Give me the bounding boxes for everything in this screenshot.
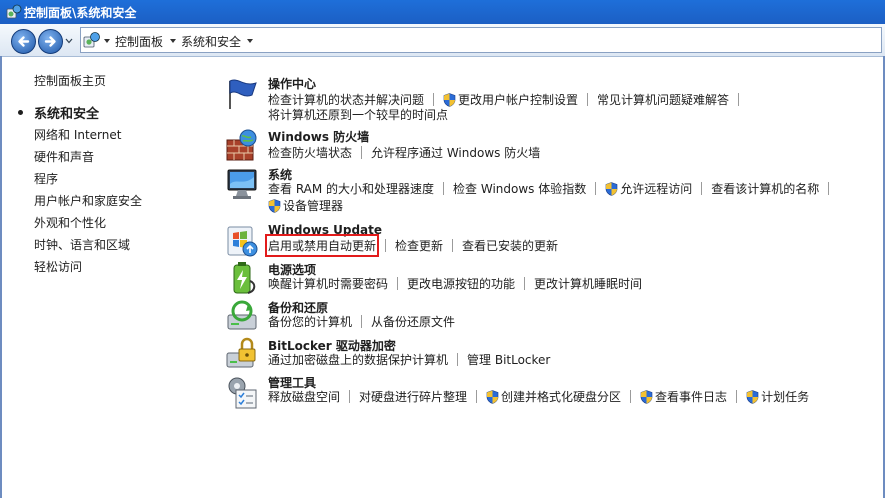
sidebar-item-hardware[interactable]: 硬件和声音: [34, 148, 94, 165]
sidebar-item-clock-language[interactable]: 时钟、语言和区域: [34, 236, 130, 253]
device-manager-link[interactable]: 设备管理器: [283, 197, 343, 214]
window-title: 控制面板\系统和安全: [24, 6, 137, 20]
current-item-bullet: [18, 110, 23, 115]
manage-bitlocker-link[interactable]: 管理 BitLocker: [467, 351, 550, 368]
link-divider: [349, 390, 351, 403]
admin-tools-icon[interactable]: [224, 374, 260, 410]
arrow-left-icon: [18, 36, 30, 47]
backup-icon[interactable]: [224, 299, 260, 335]
sidebar-item-system-security[interactable]: 系统和安全: [34, 103, 99, 122]
event-log-link[interactable]: 查看事件日志: [655, 388, 727, 405]
sidebar-item-appearance[interactable]: 外观和个性化: [34, 214, 106, 231]
sidebar-home-link[interactable]: 控制面板主页: [34, 72, 106, 89]
uac-shield-icon: [640, 389, 653, 404]
bitlocker-icon[interactable]: [224, 337, 260, 373]
sidebar-item-network[interactable]: 网络和 Internet: [34, 126, 121, 143]
address-bar[interactable]: 控制面板 系统和安全: [80, 27, 882, 53]
encrypt-disk-link[interactable]: 通过加密磁盘上的数据保护计算机: [268, 351, 448, 368]
link-divider: [397, 277, 399, 290]
control-panel-icon: [6, 4, 22, 19]
create-partition-link[interactable]: 创建并格式化硬盘分区: [501, 388, 621, 405]
breadcrumb-separator-icon[interactable]: [104, 39, 110, 43]
sidebar-item-ease-of-access[interactable]: 轻松访问: [34, 258, 82, 275]
breadcrumb-system-security[interactable]: 系统和安全: [181, 33, 241, 50]
control-panel-icon: [83, 32, 100, 48]
category-links: 唤醒计算机时需要密码 更改电源按钮的功能 更改计算机睡眠时间: [268, 275, 642, 292]
category-links: 设备管理器: [268, 197, 343, 214]
windows-update-icon[interactable]: [224, 223, 260, 259]
arrow-right-icon: [44, 36, 56, 47]
restore-files-link[interactable]: 从备份还原文件: [371, 313, 455, 330]
category-title[interactable]: Windows Update: [268, 223, 382, 237]
sidebar-item-programs[interactable]: 程序: [34, 170, 58, 187]
system-restore-link[interactable]: 将计算机还原到一个较早的时间点: [268, 106, 448, 123]
category-links: 将计算机还原到一个较早的时间点: [268, 106, 448, 123]
link-divider: [595, 182, 597, 195]
uac-settings-link[interactable]: 更改用户帐户控制设置: [458, 91, 578, 108]
title-bar: 控制面板\系统和安全: [0, 0, 885, 25]
defragment-link[interactable]: 对硬盘进行碎片整理: [359, 388, 467, 405]
uac-shield-icon: [605, 181, 618, 196]
link-divider: [701, 182, 703, 195]
link-divider: [736, 390, 738, 403]
category-links: 检查防火墙状态 允许程序通过 Windows 防火墙: [268, 144, 540, 161]
firewall-icon[interactable]: [224, 128, 260, 164]
breadcrumb-control-panel[interactable]: 控制面板: [115, 33, 163, 50]
back-button[interactable]: [11, 29, 36, 54]
auto-update-toggle-link[interactable]: 启用或禁用自动更新: [264, 234, 380, 257]
category-title[interactable]: Windows 防火墙: [268, 128, 369, 145]
navigation-bar: 控制面板 系统和安全: [0, 24, 885, 57]
link-divider: [587, 93, 589, 106]
wake-password-link[interactable]: 唤醒计算机时需要密码: [268, 275, 388, 292]
firewall-status-link[interactable]: 检查防火墙状态: [268, 144, 352, 161]
breadcrumb-separator-icon[interactable]: [247, 39, 253, 43]
history-dropdown-icon[interactable]: [65, 38, 73, 44]
power-button-link[interactable]: 更改电源按钮的功能: [407, 275, 515, 292]
sidebar-item-user-accounts[interactable]: 用户帐户和家庭安全: [34, 192, 142, 209]
breadcrumb-separator-icon[interactable]: [170, 39, 176, 43]
link-divider: [433, 93, 435, 106]
link-divider: [630, 390, 632, 403]
uac-shield-icon: [746, 389, 759, 404]
computer-name-link[interactable]: 查看该计算机的名称: [711, 180, 819, 197]
link-divider: [524, 277, 526, 290]
window-border-left: [0, 56, 2, 498]
uac-shield-icon: [443, 92, 456, 107]
category-links: 通过加密磁盘上的数据保护计算机 管理 BitLocker: [268, 351, 550, 368]
task-scheduler-link[interactable]: 计划任务: [761, 388, 809, 405]
category-links: 启用或禁用自动更新 检查更新 查看已安装的更新: [264, 234, 558, 257]
link-divider: [385, 239, 387, 252]
link-divider: [476, 390, 478, 403]
free-disk-space-link[interactable]: 释放磁盘空间: [268, 388, 340, 405]
sleep-time-link[interactable]: 更改计算机睡眠时间: [534, 275, 642, 292]
action-center-flag-icon[interactable]: [224, 75, 260, 111]
backup-computer-link[interactable]: 备份您的计算机: [268, 313, 352, 330]
link-divider: [361, 146, 363, 159]
view-ram-link[interactable]: 查看 RAM 的大小和处理器速度: [268, 180, 434, 197]
category-links: 释放磁盘空间 对硬盘进行碎片整理 创建并格式化硬盘分区 查看事件日志 计划任务: [268, 388, 809, 405]
troubleshoot-link[interactable]: 常见计算机问题疑难解答: [597, 91, 729, 108]
allow-program-link[interactable]: 允许程序通过 Windows 防火墙: [371, 144, 540, 161]
forward-button[interactable]: [38, 29, 63, 54]
check-updates-link[interactable]: 检查更新: [395, 237, 443, 254]
uac-shield-icon: [268, 198, 281, 213]
category-links: 备份您的计算机 从备份还原文件: [268, 313, 455, 330]
uac-shield-icon: [486, 389, 499, 404]
link-divider: [452, 239, 454, 252]
experience-index-link[interactable]: 检查 Windows 体验指数: [453, 180, 586, 197]
category-links: 查看 RAM 的大小和处理器速度 检查 Windows 体验指数 允许远程访问 …: [268, 180, 838, 197]
link-divider: [828, 182, 830, 195]
category-title[interactable]: 操作中心: [268, 75, 316, 92]
link-divider: [738, 93, 740, 106]
power-options-icon[interactable]: [224, 261, 260, 297]
remote-access-link[interactable]: 允许远程访问: [620, 180, 692, 197]
installed-updates-link[interactable]: 查看已安装的更新: [462, 237, 558, 254]
link-divider: [361, 315, 363, 328]
link-divider: [443, 182, 445, 195]
link-divider: [457, 353, 459, 366]
computer-icon[interactable]: [224, 166, 260, 202]
